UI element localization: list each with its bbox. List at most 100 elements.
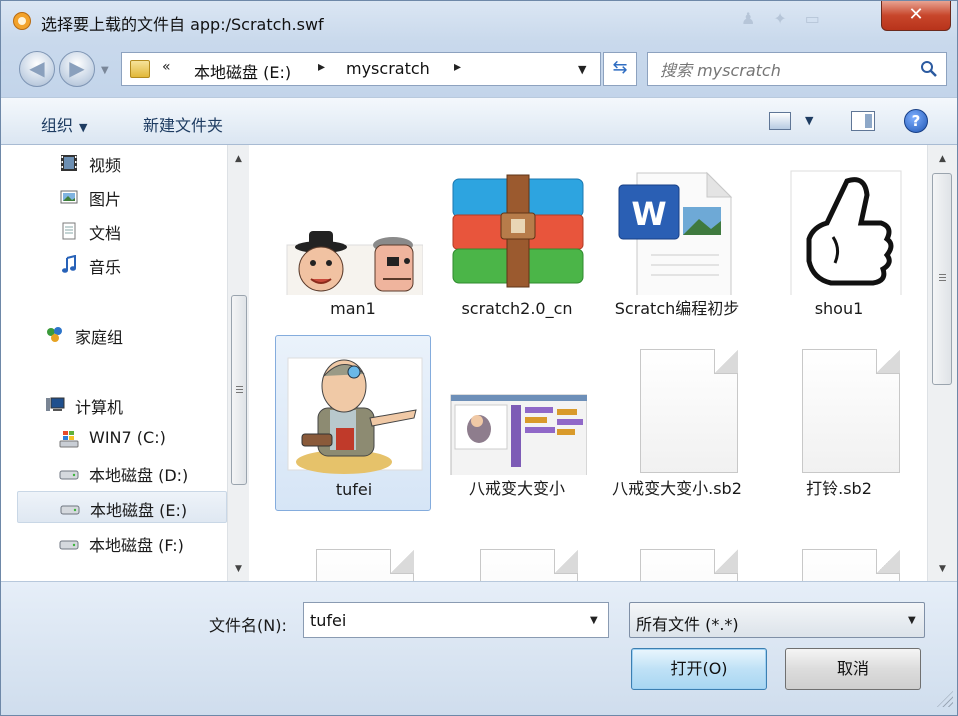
- file-tile[interactable]: 八戒变大变小.sb2: [599, 335, 755, 511]
- nav-item-label: 图片: [89, 190, 122, 209]
- breadcrumb-myscratch[interactable]: myscratch: [346, 59, 430, 78]
- drive-icon: [59, 540, 79, 550]
- open-button[interactable]: 打开(O): [631, 648, 767, 690]
- content-area: 视频 图片 文档 音乐 家庭组 计算机 WIN7 (C:) 本地磁盘 (D:) …: [1, 145, 957, 581]
- file-tile[interactable]: 打铃.sb2: [761, 335, 917, 511]
- file-thumbnail: [769, 345, 909, 475]
- help-icon[interactable]: ?: [904, 109, 928, 133]
- refresh-icon: ⇆: [612, 57, 628, 78]
- nav-item-label: 音乐: [89, 258, 122, 277]
- homegroup-icon: [47, 327, 62, 342]
- back-button[interactable]: ◀: [19, 51, 55, 87]
- word-document-icon: W: [618, 171, 733, 298]
- scroll-up-icon[interactable]: ▲: [928, 149, 957, 169]
- breadcrumb-drive-e[interactable]: 本地磁盘 (E:): [194, 59, 291, 83]
- scrollbar-thumb[interactable]: [231, 295, 247, 485]
- nav-item-label: 视频: [89, 156, 122, 175]
- file-tile-selected[interactable]: tufei: [275, 335, 431, 511]
- file-tile[interactable]: [599, 535, 755, 581]
- breadcrumb-separator[interactable]: ▸: [454, 59, 461, 75]
- search-icon[interactable]: [920, 60, 938, 78]
- nav-item-label: 计算机: [75, 398, 124, 417]
- navigation-pane: 视频 图片 文档 音乐 家庭组 计算机 WIN7 (C:) 本地磁盘 (D:) …: [1, 145, 227, 581]
- documents-icon: [62, 222, 76, 240]
- chevron-down-icon: ▼: [79, 121, 88, 134]
- preview-pane-icon[interactable]: [851, 111, 875, 131]
- file-name: shou1: [814, 299, 864, 318]
- address-dropdown-icon[interactable]: ▼: [578, 63, 586, 76]
- windows-drive-icon: [59, 431, 79, 448]
- filetype-value: 所有文件 (*.*): [636, 615, 739, 634]
- scratch-app-icon: [13, 12, 31, 30]
- file-name: 打铃.sb2: [806, 479, 872, 498]
- view-options-dropdown[interactable]: ▼: [805, 114, 813, 127]
- drive-icon: [59, 470, 79, 480]
- filetype-select[interactable]: 所有文件 (*.*) ▼: [629, 602, 925, 638]
- video-icon: [61, 155, 77, 171]
- file-thumbnail: [447, 545, 587, 581]
- nav-item-label: 本地磁盘 (F:): [89, 536, 184, 555]
- cancel-button[interactable]: 取消: [785, 648, 921, 690]
- file-name: 八戒变大变小.sb2: [612, 479, 742, 498]
- scroll-down-icon[interactable]: ▼: [228, 559, 249, 579]
- file-tile[interactable]: 八戒变大变小: [439, 335, 595, 511]
- file-tile[interactable]: scratch2.0_cn: [439, 155, 595, 331]
- nav-item-computer[interactable]: 计算机: [45, 389, 255, 421]
- nav-item-label: 文档: [89, 224, 122, 243]
- file-tile[interactable]: [275, 535, 431, 581]
- address-bar[interactable]: « 本地磁盘 (E:) ▸ myscratch ▸ ▼: [121, 52, 601, 86]
- file-tile[interactable]: man1: [275, 155, 431, 331]
- title-decoration: ♟✦▭: [741, 9, 838, 28]
- command-toolbar: 组织 ▼ 新建文件夹 ▼ ?: [1, 97, 957, 145]
- file-thumbnail: [607, 345, 747, 475]
- file-name: Scratch编程初步: [614, 299, 740, 318]
- file-thumbnail: [284, 346, 424, 476]
- file-thumbnail: [447, 165, 587, 295]
- scroll-up-icon[interactable]: ▲: [228, 149, 249, 169]
- file-list-scrollbar[interactable]: ▲ ▼: [927, 145, 957, 581]
- window-title: 选择要上载的文件自 app:/Scratch.swf: [41, 15, 324, 34]
- filename-label: 文件名(N):: [209, 616, 287, 635]
- new-folder-button[interactable]: 新建文件夹: [143, 112, 223, 136]
- file-tile[interactable]: [761, 535, 917, 581]
- dialog-footer: 文件名(N): ▼ 所有文件 (*.*) ▼ 打开(O) 取消: [1, 581, 957, 715]
- organize-menu[interactable]: 组织 ▼: [41, 112, 87, 136]
- refresh-button[interactable]: ⇆: [603, 52, 637, 86]
- file-tile[interactable]: [439, 535, 595, 581]
- nav-pane-scrollbar[interactable]: ▲ ▼: [227, 145, 249, 581]
- address-overflow[interactable]: «: [162, 59, 171, 75]
- filename-input[interactable]: [310, 609, 580, 631]
- nav-item-homegroup[interactable]: 家庭组: [45, 319, 255, 351]
- chevron-down-icon[interactable]: ▼: [590, 615, 598, 626]
- recent-locations-dropdown[interactable]: ▼: [101, 65, 109, 76]
- chevron-down-icon: ▼: [908, 615, 916, 626]
- search-box[interactable]: [647, 52, 947, 86]
- nav-item-drive-e[interactable]: 本地磁盘 (E:): [17, 491, 227, 523]
- change-view-icon[interactable]: [769, 112, 791, 130]
- scrollbar-thumb[interactable]: [932, 173, 952, 385]
- search-input[interactable]: [660, 59, 910, 81]
- filename-combobox[interactable]: ▼: [303, 602, 609, 638]
- file-tile[interactable]: W Scratch编程初步: [599, 155, 755, 331]
- drive-icon: [60, 505, 80, 515]
- file-tile[interactable]: shou1: [761, 155, 917, 331]
- file-thumbnail: [283, 545, 423, 581]
- winrar-archive-icon: [452, 174, 584, 288]
- breadcrumb-separator[interactable]: ▸: [318, 59, 325, 75]
- bandit-character-image: [287, 357, 423, 474]
- forward-button[interactable]: ▶: [59, 51, 95, 87]
- file-open-dialog: 选择要上载的文件自 app:/Scratch.swf ♟✦▭ ✕ ◀ ▶ ▼ «…: [0, 0, 958, 716]
- nav-item-label: 本地磁盘 (E:): [90, 501, 188, 520]
- file-name: man1: [330, 299, 376, 318]
- scroll-down-icon[interactable]: ▼: [928, 559, 957, 579]
- close-button[interactable]: ✕: [881, 1, 951, 31]
- cartoon-faces-image: [286, 231, 424, 308]
- pictures-icon: [60, 190, 78, 204]
- file-thumbnail: [447, 345, 588, 482]
- folder-icon: [130, 60, 150, 78]
- nav-item-label: 本地磁盘 (D:): [89, 466, 189, 485]
- file-thumbnail: [283, 165, 424, 308]
- thumbs-up-image: [790, 170, 902, 306]
- title-bar[interactable]: 选择要上载的文件自 app:/Scratch.swf ♟✦▭ ✕: [1, 1, 957, 41]
- forward-arrow-icon: ▶: [69, 56, 85, 80]
